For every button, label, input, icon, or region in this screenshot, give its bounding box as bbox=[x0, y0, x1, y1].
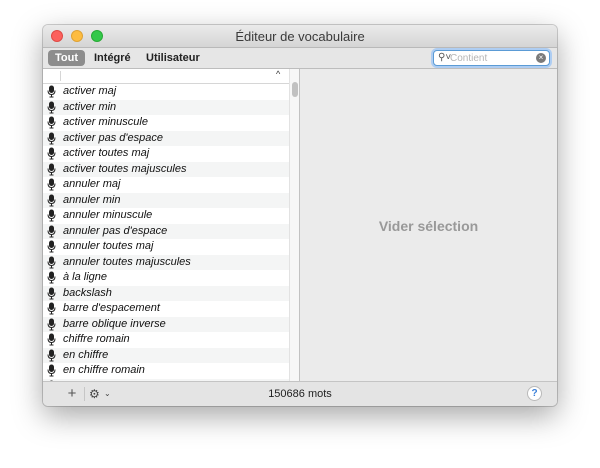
list-item-label: à la ligne bbox=[63, 271, 108, 283]
microphone-icon bbox=[47, 147, 56, 160]
list-item[interactable]: annuler toutes maj bbox=[43, 239, 289, 255]
detail-pane: Vider sélection bbox=[300, 69, 557, 381]
list-item[interactable]: activer toutes maj bbox=[43, 146, 289, 162]
microphone-icon bbox=[47, 349, 56, 361]
list-item-label: annuler toutes majuscules bbox=[63, 255, 191, 268]
window-title: Éditeur de vocabulaire bbox=[235, 29, 365, 44]
microphone-icon bbox=[47, 178, 56, 191]
microphone-icon bbox=[47, 101, 56, 113]
clear-search-icon[interactable]: × bbox=[536, 53, 546, 63]
list-item[interactable]: barre d'espacement bbox=[43, 301, 289, 317]
list-item-label: annuler minuscule bbox=[63, 209, 153, 221]
microphone-icon bbox=[47, 287, 56, 299]
microphone-icon bbox=[47, 85, 56, 98]
list-item-label: en chiffre romain bbox=[63, 364, 145, 376]
microphone-icon bbox=[47, 116, 56, 129]
microphone-icon bbox=[47, 225, 56, 237]
list-item-label: annuler maj bbox=[63, 178, 121, 190]
bottom-bar: + ⚙ ⌄ 150686 mots ? bbox=[43, 381, 557, 406]
list-item[interactable]: activer pas d'espace bbox=[43, 130, 289, 146]
list-item[interactable]: barre oblique inverse bbox=[43, 316, 289, 332]
list-item[interactable]: annuler maj bbox=[43, 177, 289, 193]
help-button[interactable]: ? bbox=[527, 386, 542, 401]
column-divider bbox=[60, 71, 61, 81]
scope-tout[interactable]: Tout bbox=[48, 50, 86, 66]
list-item[interactable]: annuler min bbox=[43, 192, 289, 208]
list-item-label: activer pas d'espace bbox=[63, 131, 163, 144]
microphone-icon bbox=[47, 333, 56, 346]
microphone-icon bbox=[47, 318, 56, 330]
list-item[interactable]: annuler pas d'espace bbox=[43, 223, 289, 239]
microphone-icon bbox=[47, 209, 56, 222]
list-item[interactable]: annuler toutes majuscules bbox=[43, 254, 289, 270]
sort-ascending-icon[interactable]: ^ bbox=[276, 69, 280, 79]
list-item-label: annuler min bbox=[63, 193, 121, 206]
list-rows: activer maj activer min activer minuscule a… bbox=[43, 84, 289, 381]
list-item[interactable]: en chiffre bbox=[43, 347, 289, 363]
vocabulary-list: ^ activer maj activer min activer minuscul… bbox=[43, 69, 300, 381]
list-item-label: chiffre romain bbox=[63, 333, 130, 345]
list-item[interactable]: activer minuscule bbox=[43, 115, 289, 131]
microphone-icon bbox=[47, 240, 56, 253]
list-item[interactable]: activer min bbox=[43, 99, 289, 115]
word-count: 150686 mots bbox=[268, 388, 332, 400]
empty-selection-text: Vider sélection bbox=[378, 218, 479, 234]
search-input[interactable] bbox=[450, 51, 534, 65]
scrollbar[interactable] bbox=[289, 69, 299, 381]
list-item-label: activer toutes maj bbox=[63, 147, 150, 159]
list-item[interactable]: activer maj bbox=[43, 84, 289, 100]
list-item[interactable]: activer toutes majuscules bbox=[43, 161, 289, 177]
list-item-label: barre d'espacement bbox=[63, 302, 160, 314]
microphone-icon bbox=[47, 271, 56, 284]
list-item[interactable]: annuler minuscule bbox=[43, 208, 289, 224]
list-item[interactable]: backslash bbox=[43, 285, 289, 301]
list-item-label: annuler toutes maj bbox=[63, 240, 154, 252]
microphone-icon bbox=[47, 364, 56, 377]
microphone-icon bbox=[47, 132, 56, 144]
list-item-label: activer maj bbox=[63, 85, 117, 97]
scope-integre[interactable]: Intégré bbox=[87, 50, 138, 66]
list-header[interactable]: ^ bbox=[43, 69, 289, 84]
list-item[interactable]: chiffre romain bbox=[43, 332, 289, 348]
microphone-icon bbox=[47, 256, 56, 268]
microphone-icon bbox=[47, 302, 56, 315]
list-item-label: activer min bbox=[63, 100, 117, 113]
list-item-label: barre oblique inverse bbox=[63, 317, 166, 330]
vocabulary-editor-window: Éditeur de vocabulaire Tout Intégré Util… bbox=[43, 25, 557, 406]
toolbar: Tout Intégré Utilisateur ⚲˅ × bbox=[43, 48, 557, 69]
search-field[interactable]: ⚲˅ × bbox=[433, 50, 550, 66]
list-item-label: annuler pas d'espace bbox=[63, 224, 168, 237]
list-item-label: backslash bbox=[63, 286, 112, 299]
scrollbar-thumb[interactable] bbox=[292, 82, 298, 97]
list-item[interactable]: à la ligne bbox=[43, 270, 289, 286]
scope-utilisateur[interactable]: Utilisateur bbox=[139, 50, 207, 66]
list-item-label: activer toutes majuscules bbox=[63, 162, 187, 175]
microphone-icon bbox=[47, 194, 56, 206]
title-bar[interactable]: Éditeur de vocabulaire bbox=[43, 25, 557, 48]
list-item-label: activer minuscule bbox=[63, 116, 148, 128]
list-item[interactable]: en chiffre romain bbox=[43, 363, 289, 379]
list-item-label: en chiffre bbox=[63, 348, 109, 361]
microphone-icon bbox=[47, 163, 56, 175]
